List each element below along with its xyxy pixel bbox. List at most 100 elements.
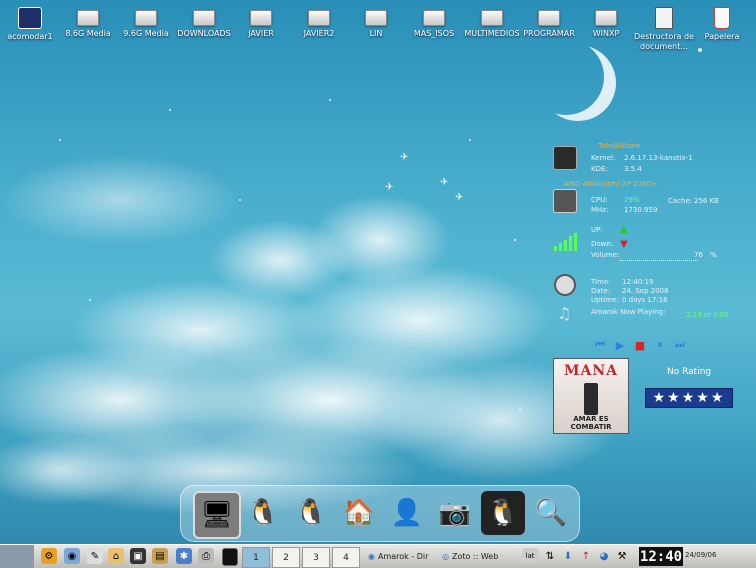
wrench-icon[interactable]: ⚒: [614, 548, 630, 564]
printer-icon[interactable]: ⎙: [198, 548, 214, 564]
uptime-label: Uptime:: [591, 296, 619, 304]
hard-drive-icon: [481, 10, 503, 26]
taskbar-clock[interactable]: 12:40: [639, 547, 683, 566]
browser-icon[interactable]: ◉: [64, 548, 80, 564]
search-tux-icon[interactable]: 🔍: [529, 491, 573, 535]
terminal-icon[interactable]: ▣: [130, 548, 146, 564]
star-rating-icons[interactable]: ★★★★★: [653, 390, 726, 406]
kde-label: KDE:: [591, 165, 608, 173]
kde-value: 3.5.4: [624, 165, 642, 173]
download-arrow-icon: ▼: [620, 239, 628, 250]
network-icon[interactable]: ⇅: [542, 548, 558, 564]
desktop-switch-2[interactable]: 2: [272, 547, 300, 568]
cache-value: 256 KB: [694, 197, 719, 205]
down-label: Down:: [591, 240, 614, 248]
desktop-icon-acomodar1[interactable]: acomodar1: [0, 7, 62, 42]
dock: 🖥 🐧 🐧 🏠 👤 📷 🐧 🔍: [180, 485, 580, 542]
desktop-icon-javier2[interactable]: JAVIER2: [287, 7, 351, 39]
hard-drive-icon: [135, 10, 157, 26]
amarok-icon: ◉: [368, 552, 375, 561]
flame-tux-icon[interactable]: 🐧: [241, 491, 285, 535]
task-amarok[interactable]: ◉ Amarok - Dir: [368, 548, 440, 565]
desktop-icon-programar[interactable]: PROGRAMAR: [517, 7, 581, 39]
svg-text:✈: ✈: [400, 152, 408, 163]
mail-tux-icon[interactable]: 🐧: [289, 491, 333, 535]
desktop-icon-9-6g-media[interactable]: 9.6G Media: [114, 7, 178, 39]
task-browser[interactable]: ◎ Zoto :: Web: [442, 548, 514, 565]
mhz-label: MHz:: [591, 206, 609, 214]
desktop-switch-4[interactable]: 4: [332, 547, 360, 568]
taskbar-date: 24/09/06: [685, 551, 717, 559]
desktop-icon-label: Papelera: [704, 32, 740, 41]
desktop-switch-1[interactable]: 1: [242, 547, 270, 568]
firefox-icon[interactable]: ◕: [596, 548, 612, 564]
desktop-icon-mas-isos[interactable]: MAS_ISOS: [402, 7, 466, 39]
desktop-icon-label: PROGRAMAR: [523, 29, 575, 38]
volume-slider[interactable]: [620, 257, 698, 261]
taskbar: ⚙ ◉ ✎ ⌂ ▣ ▤ ✱ ⎙ 1 2 3 4 ◉ Amarok - Dir ◎…: [0, 544, 756, 568]
pause-button[interactable]: ⏸: [653, 338, 667, 352]
next-track-button[interactable]: ⏭: [673, 338, 687, 352]
hard-drive-icon: [423, 10, 445, 26]
kde-menu-button[interactable]: [0, 545, 34, 568]
clock-icon: [554, 274, 576, 296]
stop-button[interactable]: ■: [633, 338, 647, 352]
shredder-icon: [655, 7, 673, 29]
desktop-icon-label: JAVIER: [248, 29, 274, 38]
desktop-icon-label: 9.6G Media: [123, 29, 169, 38]
desktop-icon-downloads[interactable]: DOWNLOADS: [172, 7, 236, 39]
desktop-icon-javier[interactable]: JAVIER: [229, 7, 293, 39]
editor-icon[interactable]: ✎: [87, 548, 103, 564]
home-folder-icon[interactable]: ⌂: [108, 548, 124, 564]
up-label: UP:: [591, 226, 603, 234]
music-note-icon: ♫: [557, 304, 572, 323]
desktop-icon-label: 8.6G Media: [65, 29, 111, 38]
kde-start-icon[interactable]: ⚙: [41, 548, 57, 564]
desktop-icon-label: MAS_ISOS: [413, 29, 455, 38]
desktop-icon-label: WINXP: [592, 29, 620, 38]
album-cover[interactable]: MANA AMAR ES COMBATIR: [553, 358, 629, 434]
desktop-icon-destructora-de-document[interactable]: Destructora de document...: [632, 7, 696, 52]
desktop-icon-winxp[interactable]: WINXP: [574, 7, 638, 39]
desktop-icon-lin[interactable]: LIN: [344, 7, 408, 39]
keyboard-layout-icon[interactable]: lat: [522, 548, 538, 564]
update-icon[interactable]: ↑: [578, 548, 594, 564]
desktop-icon-label: LIN: [369, 29, 383, 38]
cpu-value: 29%: [624, 196, 640, 204]
previous-track-button[interactable]: ⏮: [593, 338, 607, 352]
tux-kernel-icon: [553, 146, 577, 170]
uptime-value: 0 days 17:16: [622, 296, 668, 304]
home-icon[interactable]: 🏠: [337, 491, 381, 535]
desktop-icon-8-6g-media[interactable]: 8.6G Media: [56, 7, 120, 39]
camera-tux-icon[interactable]: 📷: [433, 491, 477, 535]
monitor-icon[interactable]: 🖥: [193, 491, 241, 539]
hard-drive-icon: [595, 10, 617, 26]
volume-unit: %: [710, 251, 717, 259]
messenger-icon[interactable]: 👤: [385, 491, 429, 535]
hard-drive-icon: [538, 10, 560, 26]
desktop-icon-papelera[interactable]: Papelera: [690, 7, 754, 42]
time-value: 12:40:19: [622, 278, 654, 286]
download-icon[interactable]: ⬇: [560, 548, 576, 564]
game-tux-icon[interactable]: 🐧: [481, 491, 525, 535]
rating-stars[interactable]: ★★★★★: [645, 388, 733, 408]
bluetooth-icon[interactable]: ✱: [176, 548, 192, 564]
date-label: Date:: [591, 287, 611, 295]
desktop-icon-multimedios[interactable]: MULTIMEDIOS: [460, 7, 524, 39]
volume-label: Volume:: [591, 251, 620, 259]
web-browser-icon: ◎: [442, 552, 449, 561]
rating-label: No Rating: [667, 367, 712, 377]
desktop-switch-3[interactable]: 3: [302, 547, 330, 568]
cpu-label: CPU:: [591, 196, 608, 204]
desktop-icon-label: JAVIER2: [303, 29, 335, 38]
hard-drive-icon: [193, 10, 215, 26]
files-icon[interactable]: ▤: [152, 548, 168, 564]
desktop-icon-label: Destructora de document...: [634, 32, 694, 51]
hard-drive-icon: [365, 10, 387, 26]
play-button[interactable]: ▶: [613, 338, 627, 352]
track-position: 2:13 of 4:50: [686, 311, 729, 319]
kde-drive-icon: [18, 7, 42, 29]
desktop-icon-label: DOWNLOADS: [177, 29, 231, 38]
volume-value: 76: [694, 251, 703, 259]
trash-icon: [714, 7, 730, 29]
